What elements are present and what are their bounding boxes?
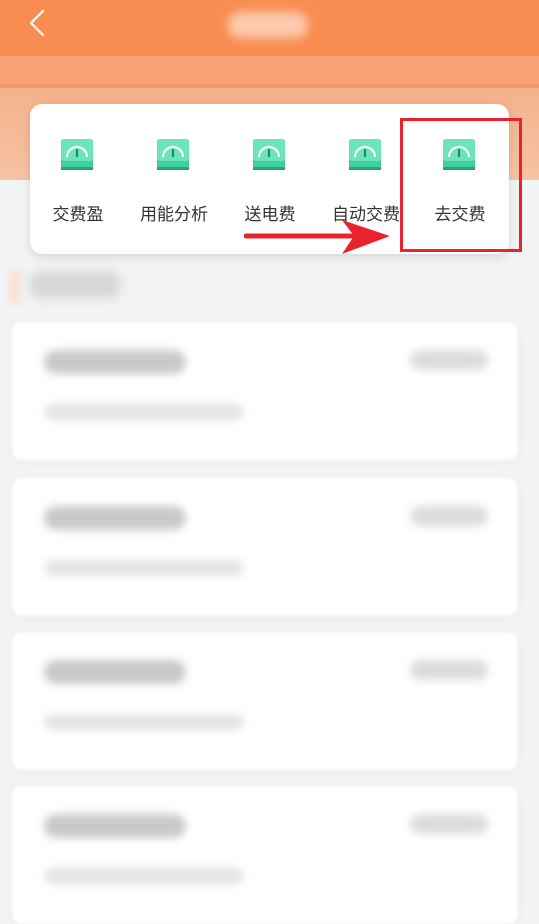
meter-icon <box>253 139 285 170</box>
record-amount <box>410 660 488 680</box>
record-title <box>44 350 186 374</box>
baidu-watermark-logo: Bai 经验 jingyan.baidu.com <box>412 863 510 913</box>
service-item-jiaofeiying[interactable]: 交费盈 <box>30 138 126 230</box>
top-bar <box>0 0 539 56</box>
svg-text:Bai: Bai <box>412 875 448 899</box>
svg-text:经验: 经验 <box>466 878 502 899</box>
meter-icon <box>157 139 189 170</box>
svg-text:jingyan.baidu.com: jingyan.baidu.com <box>417 902 510 913</box>
page-title <box>228 12 308 38</box>
record-amount <box>410 350 488 370</box>
banner-stripe <box>0 84 539 88</box>
chevron-left-icon <box>29 9 45 37</box>
meter-icon <box>349 139 381 170</box>
record-card[interactable] <box>12 478 518 616</box>
section-marker <box>10 270 20 304</box>
record-amount <box>410 814 488 834</box>
record-title <box>44 506 186 530</box>
meter-icon <box>61 139 93 170</box>
record-subtitle <box>44 868 244 884</box>
section-title <box>30 272 120 298</box>
record-title <box>44 814 186 838</box>
record-title <box>44 660 186 684</box>
record-subtitle <box>44 560 244 576</box>
arrow-right-icon <box>244 220 390 254</box>
service-item-energy-analysis[interactable]: 用能分析 <box>126 138 222 230</box>
back-button[interactable] <box>22 6 52 40</box>
record-card[interactable] <box>12 322 518 460</box>
service-item-gift-fee[interactable]: 送电费 <box>222 138 318 230</box>
record-subtitle <box>44 714 244 730</box>
record-card[interactable] <box>12 632 518 770</box>
record-subtitle <box>44 404 244 420</box>
highlight-box <box>400 118 522 252</box>
record-amount <box>410 506 488 526</box>
